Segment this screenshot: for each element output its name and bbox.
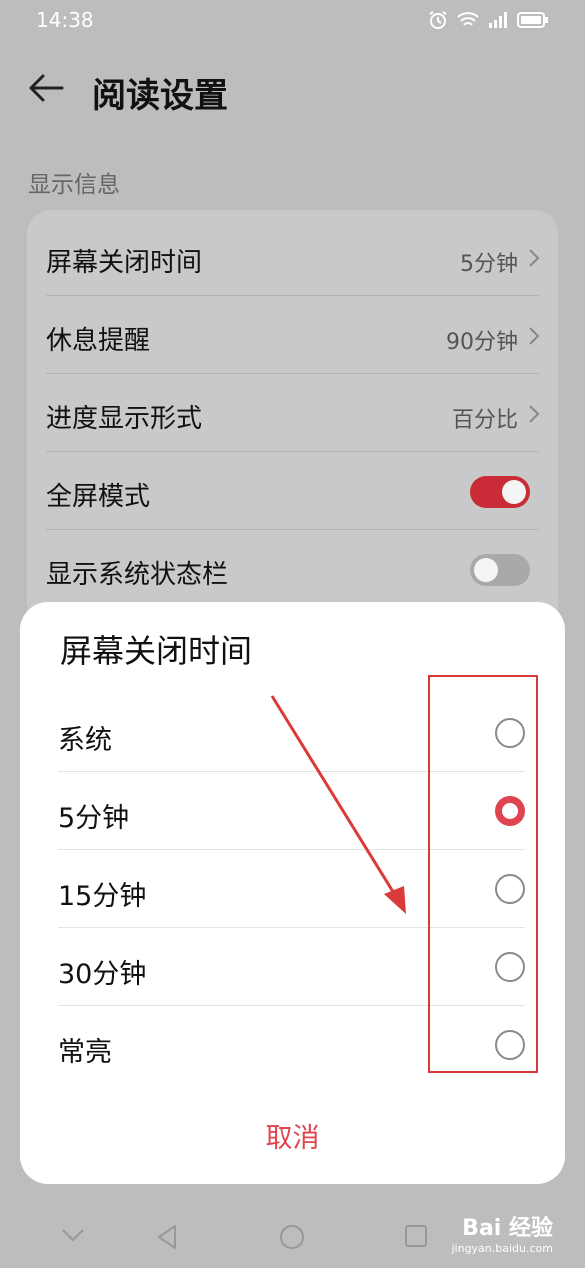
annotation-highlight-box [428, 675, 538, 1073]
setting-label: 休息提醒 [46, 326, 151, 356]
nav-back-icon[interactable] [155, 1224, 179, 1254]
page-title: 阅读设置 [92, 76, 228, 116]
wifi-icon [457, 11, 479, 29]
option-label: 系统 [58, 725, 112, 756]
setting-value: 百分比 [451, 408, 518, 433]
alarm-icon [427, 10, 449, 30]
annotation-arrow-icon [270, 695, 406, 914]
setting-rest-reminder[interactable]: 休息提醒 90分钟 [27, 296, 558, 374]
back-arrow-icon [28, 73, 64, 107]
section-label: 显示信息 [28, 172, 120, 198]
setting-progress-format[interactable]: 进度显示形式 百分比 [27, 374, 558, 452]
setting-label: 全屏模式 [46, 482, 151, 512]
status-bar: 14:38 [0, 0, 585, 44]
signal-icon [487, 11, 509, 29]
setting-label: 屏幕关闭时间 [46, 248, 203, 278]
watermark-logo: Bai 经验 jingyan.baidu.com [451, 1210, 553, 1255]
setting-screen-timeout[interactable]: 屏幕关闭时间 5分钟 [27, 218, 558, 296]
setting-fullscreen-mode: 全屏模式 [27, 452, 558, 530]
setting-value: 5分钟 [460, 252, 518, 277]
dialog-title: 屏幕关闭时间 [60, 632, 253, 670]
nav-home-icon[interactable] [279, 1224, 305, 1254]
back-button[interactable] [26, 70, 66, 110]
chevron-right-icon [528, 404, 540, 428]
status-time: 14:38 [36, 8, 94, 32]
nav-hide-chevron-icon[interactable] [60, 1224, 86, 1248]
status-icons [427, 10, 549, 30]
cancel-button[interactable]: 取消 [20, 1116, 565, 1155]
watermark-url: jingyan.baidu.com [451, 1242, 553, 1255]
chevron-right-icon [528, 326, 540, 350]
setting-show-status-bar: 显示系统状态栏 [27, 530, 558, 608]
title-bar: 阅读设置 [0, 58, 585, 122]
watermark-text: Bai 经验 [462, 1216, 553, 1241]
setting-label: 显示系统状态栏 [46, 560, 229, 590]
battery-icon [517, 11, 549, 29]
setting-label: 进度显示形式 [46, 404, 203, 434]
option-label: 常亮 [58, 1037, 112, 1068]
option-label: 30分钟 [58, 959, 147, 990]
chevron-right-icon [528, 248, 540, 272]
status-bar-toggle[interactable] [470, 554, 530, 586]
settings-card: 屏幕关闭时间 5分钟 休息提醒 90分钟 进度显示形式 百分比 全屏模式 显示系… [27, 210, 558, 630]
nav-recents-icon[interactable] [404, 1224, 428, 1252]
option-label: 15分钟 [58, 881, 147, 912]
fullscreen-toggle[interactable] [470, 476, 530, 508]
setting-value: 90分钟 [446, 330, 518, 355]
option-label: 5分钟 [58, 803, 130, 834]
